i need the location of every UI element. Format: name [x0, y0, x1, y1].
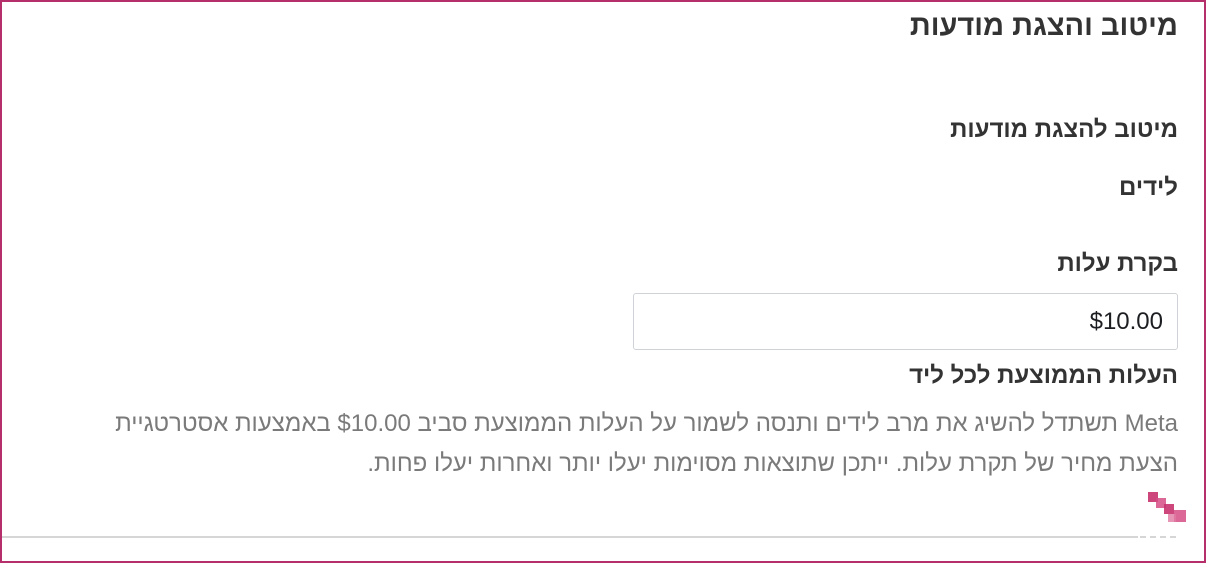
section-title: מיטוב והצגת מודעות: [909, 10, 1178, 42]
divider-dashes: [1140, 536, 1176, 538]
delivery-optimization-panel: מיטוב והצגת מודעות מיטוב להצגת מודעות לי…: [20, 0, 1178, 563]
loading-cursor-icon: [1148, 492, 1186, 522]
optimization-value: לידים: [1119, 174, 1178, 201]
avg-cost-description: Meta תשתדל להשיג את מרב לידים ותנסה לשמו…: [115, 410, 1178, 477]
avg-cost-label: העלות הממוצעת לכל ליד: [909, 362, 1178, 389]
optimization-label: מיטוב להצגת מודעות: [950, 116, 1178, 143]
bid-control-input[interactable]: [633, 293, 1178, 350]
section-divider: [2, 536, 1138, 538]
bid-control-label: בקרת עלות: [1057, 250, 1178, 277]
